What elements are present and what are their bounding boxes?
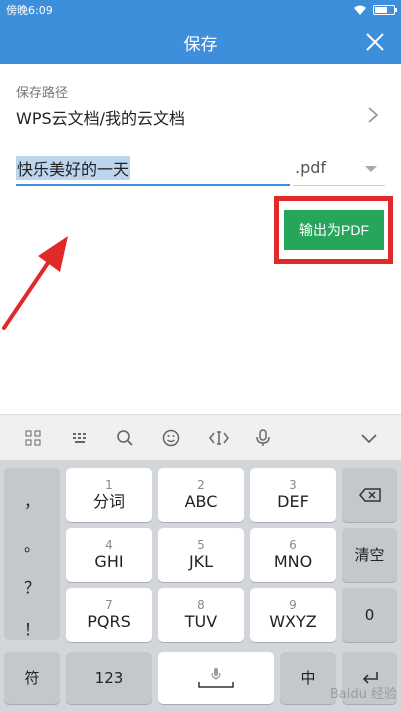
status-time: 傍晚6:09 xyxy=(6,4,53,17)
key-letters: TUV xyxy=(184,612,218,631)
dropdown-arrow-icon xyxy=(365,166,377,172)
collapse-keyboard-icon[interactable] xyxy=(346,415,392,461)
key-6[interactable]: 6 MNO xyxy=(250,528,336,582)
key-letters: DEF xyxy=(277,492,309,511)
key-number: 1 xyxy=(105,478,113,492)
key-letters: PQRS xyxy=(87,612,131,631)
title-bar: 保存 xyxy=(0,20,401,64)
page-title: 保存 xyxy=(183,34,218,55)
wifi-icon xyxy=(354,5,366,15)
key-5[interactable]: 5 JKL xyxy=(158,528,244,582)
key-number: 4 xyxy=(105,538,113,552)
language-switch-label: 中 xyxy=(300,669,316,687)
key-2[interactable]: 2 ABC xyxy=(158,468,244,522)
microphone-icon[interactable] xyxy=(240,415,286,461)
keyboard-layout-icon[interactable] xyxy=(58,415,104,461)
key-number: 5 xyxy=(197,538,205,552)
key-number: 2 xyxy=(197,478,205,492)
symbol-key-label: 符 xyxy=(24,669,40,687)
file-name-input[interactable]: 快乐美好的一天 xyxy=(16,152,290,186)
status-bar: 傍晚6:09 xyxy=(0,0,401,20)
save-path-label: 保存路径 xyxy=(16,86,69,101)
key-number: 6 xyxy=(289,538,297,552)
keyboard-toolbar xyxy=(0,414,401,460)
key-1[interactable]: 1 分词 xyxy=(66,468,152,522)
symbol-key[interactable]: 符 xyxy=(4,652,60,704)
key-letters: GHI xyxy=(94,552,124,571)
key-3[interactable]: 3 DEF xyxy=(250,468,336,522)
space-bar-icon xyxy=(198,682,234,688)
numbers-key-label: 123 xyxy=(94,669,124,687)
file-extension-select[interactable]: .pdf xyxy=(293,152,385,186)
cursor-move-icon[interactable] xyxy=(196,415,242,461)
watermark: Baidu 经验 xyxy=(329,687,397,702)
file-name-text: 快乐美好的一天 xyxy=(16,156,131,180)
backspace-key[interactable] xyxy=(342,468,397,522)
key-letters: 分词 xyxy=(92,492,125,511)
search-icon[interactable] xyxy=(102,415,148,461)
key-letters: WXYZ xyxy=(269,612,317,631)
close-icon[interactable] xyxy=(363,30,387,54)
battery-icon xyxy=(373,5,397,15)
punct-period-key[interactable]: 。 xyxy=(4,532,60,556)
key-letters: ABC xyxy=(184,492,218,511)
annotation-arrow-icon xyxy=(2,236,68,330)
key-letters: MNO xyxy=(273,552,313,571)
key-letters: 0 xyxy=(364,606,375,624)
key-4[interactable]: 4 GHI xyxy=(66,528,152,582)
key-number: 9 xyxy=(289,598,297,612)
save-form: 保存路径 WPS云文档/我的云文档 快乐美好的一天 .pdf 输出为PDF xyxy=(0,64,401,414)
language-switch-key[interactable]: 中 xyxy=(280,652,336,704)
export-pdf-button[interactable]: 输出为PDF xyxy=(284,210,384,250)
grid-menu-icon[interactable] xyxy=(10,415,56,461)
key-number: 3 xyxy=(289,478,297,492)
microphone-icon xyxy=(211,668,221,680)
space-key[interactable] xyxy=(158,652,274,704)
clear-key[interactable]: 清空 xyxy=(342,528,397,582)
chevron-right-icon[interactable] xyxy=(367,106,379,124)
key-number: 7 xyxy=(105,598,113,612)
punct-question-key[interactable]: ？ xyxy=(4,574,60,598)
file-extension-value: .pdf xyxy=(295,158,327,177)
key-9[interactable]: 9 WXYZ xyxy=(250,588,336,642)
numbers-key[interactable]: 123 xyxy=(66,652,152,704)
key-8[interactable]: 8 TUV xyxy=(158,588,244,642)
key-letters: JKL xyxy=(188,552,214,571)
key-0[interactable]: 0 xyxy=(342,588,397,642)
save-path-value[interactable]: WPS云文档/我的云文档 xyxy=(16,105,185,129)
punct-exclamation-key[interactable]: ！ xyxy=(4,616,60,640)
clear-key-label: 清空 xyxy=(354,546,385,564)
key-number: 8 xyxy=(197,598,205,612)
punct-comma-key[interactable]: ， xyxy=(4,488,60,512)
emoji-icon[interactable] xyxy=(148,415,194,461)
key-7[interactable]: 7 PQRS xyxy=(66,588,152,642)
keyboard: ， 。 ？ ！ 1 分词 2 ABC 3 DEF 4 GHI 5 JKL 6 M… xyxy=(0,460,401,712)
backspace-icon xyxy=(358,488,381,502)
punctuation-column[interactable]: ， 。 ？ ！ xyxy=(4,468,60,640)
